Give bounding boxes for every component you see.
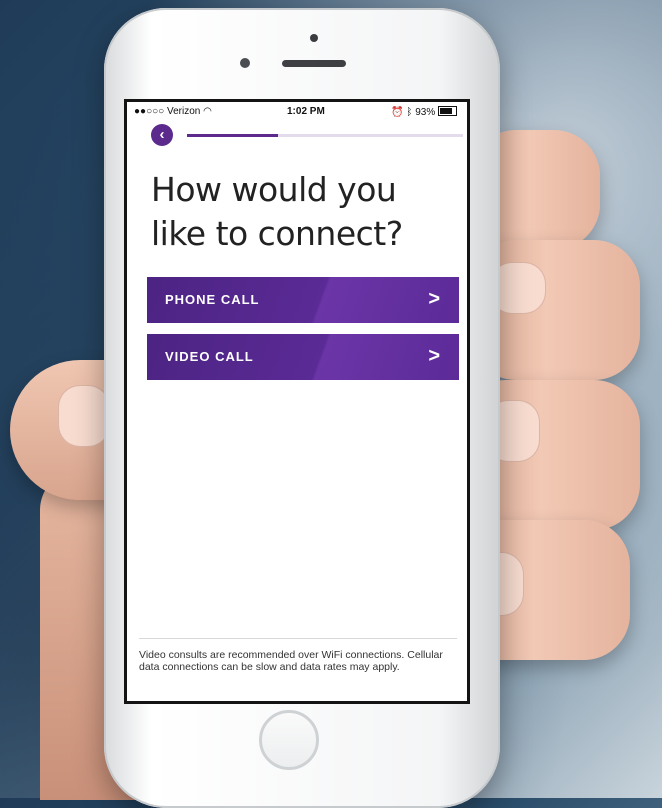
alarm-icon: ⏰ [391,107,404,118]
status-time: 1:02 PM [287,106,325,117]
battery-label: 93% [415,107,436,118]
status-bar: ●●○○○ Verizon ◠ 1:02 PM ⏰ ᛒ 93% [127,102,467,122]
video-call-label: VIDEO CALL [165,349,254,364]
bluetooth-icon: ᛒ [406,107,413,118]
wifi-icon: ◠ [203,106,212,117]
phone-screen: ●●○○○ Verizon ◠ 1:02 PM ⏰ ᛒ 93% ‹ How wo… [124,99,470,704]
progress-fill [187,134,279,137]
page-title: How would you like to connect? [151,170,403,253]
home-button[interactable] [259,710,319,770]
carrier-label: ●●○○○ Verizon ◠ [134,106,212,117]
progress-bar [187,134,463,137]
proximity-sensor [310,34,318,42]
chevron-right-icon: > [428,345,441,367]
video-call-button[interactable]: VIDEO CALL > [147,334,459,380]
footer-note: Video consults are recommended over WiFi… [139,649,443,673]
phone-call-button[interactable]: PHONE CALL > [147,277,459,323]
status-right: ⏰ ᛒ 93% [391,106,457,118]
chevron-right-icon: > [428,288,441,310]
footer-divider [139,638,457,639]
thumbnail [58,385,110,447]
phone-call-label: PHONE CALL [165,292,260,307]
battery-icon [438,106,457,116]
earpiece-speaker [282,60,346,67]
back-arrow-icon[interactable]: ‹ [151,124,173,146]
front-camera [240,58,250,68]
